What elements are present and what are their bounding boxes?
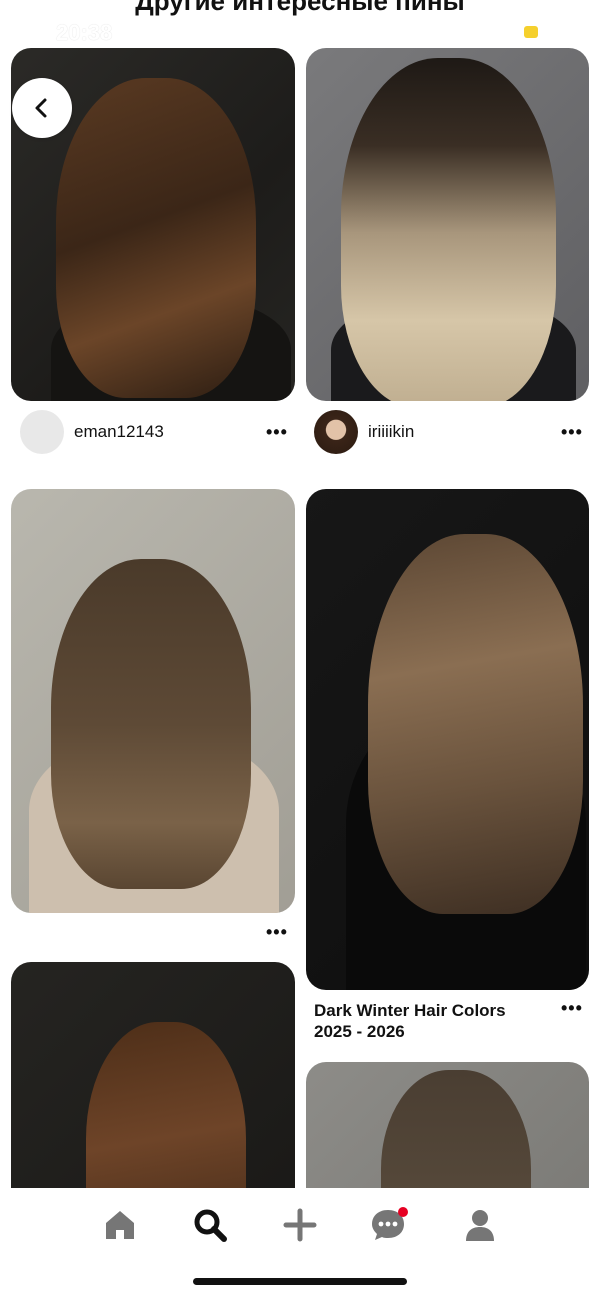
home-indicator[interactable]: [193, 1278, 407, 1285]
pin-image[interactable]: [306, 48, 589, 401]
wifi-icon: [486, 24, 508, 39]
more-options-button[interactable]: •••: [561, 998, 583, 1019]
chevron-left-icon: [35, 98, 47, 118]
cellular-signal-icon: [452, 23, 474, 41]
search-icon: [194, 1209, 227, 1242]
author-name: iriiiikin: [368, 422, 415, 441]
author-name: eman12143: [74, 422, 164, 441]
profile-icon: [466, 1210, 494, 1241]
tab-profile[interactable]: [455, 1200, 505, 1250]
notification-dot: [398, 1207, 408, 1217]
home-icon: [106, 1211, 134, 1239]
pin-title[interactable]: Dark Winter Hair Colors 2025 - 2026: [314, 1000, 544, 1042]
more-options-button[interactable]: •••: [266, 922, 288, 943]
status-time: 20:38: [56, 20, 113, 45]
pin-author[interactable]: iriiiikin: [314, 410, 414, 454]
pin-author[interactable]: eman12143: [20, 410, 164, 454]
pin-image[interactable]: [11, 489, 295, 913]
tab-messages[interactable]: [365, 1200, 415, 1250]
pin-image[interactable]: [306, 489, 589, 990]
messages-icon: [372, 1207, 408, 1240]
more-options-button[interactable]: •••: [561, 422, 583, 443]
add-icon: [283, 1208, 317, 1242]
avatar: [20, 410, 64, 454]
pin-image[interactable]: [11, 962, 295, 1222]
tab-search[interactable]: [185, 1200, 235, 1250]
page-title: Другие интересные пины: [135, 0, 465, 16]
more-options-button[interactable]: •••: [266, 422, 288, 443]
back-button[interactable]: [12, 78, 72, 138]
avatar: [314, 410, 358, 454]
tab-create[interactable]: [275, 1200, 325, 1250]
tab-home[interactable]: [95, 1200, 145, 1250]
status-icons: [452, 22, 563, 42]
battery-icon: [520, 22, 563, 42]
